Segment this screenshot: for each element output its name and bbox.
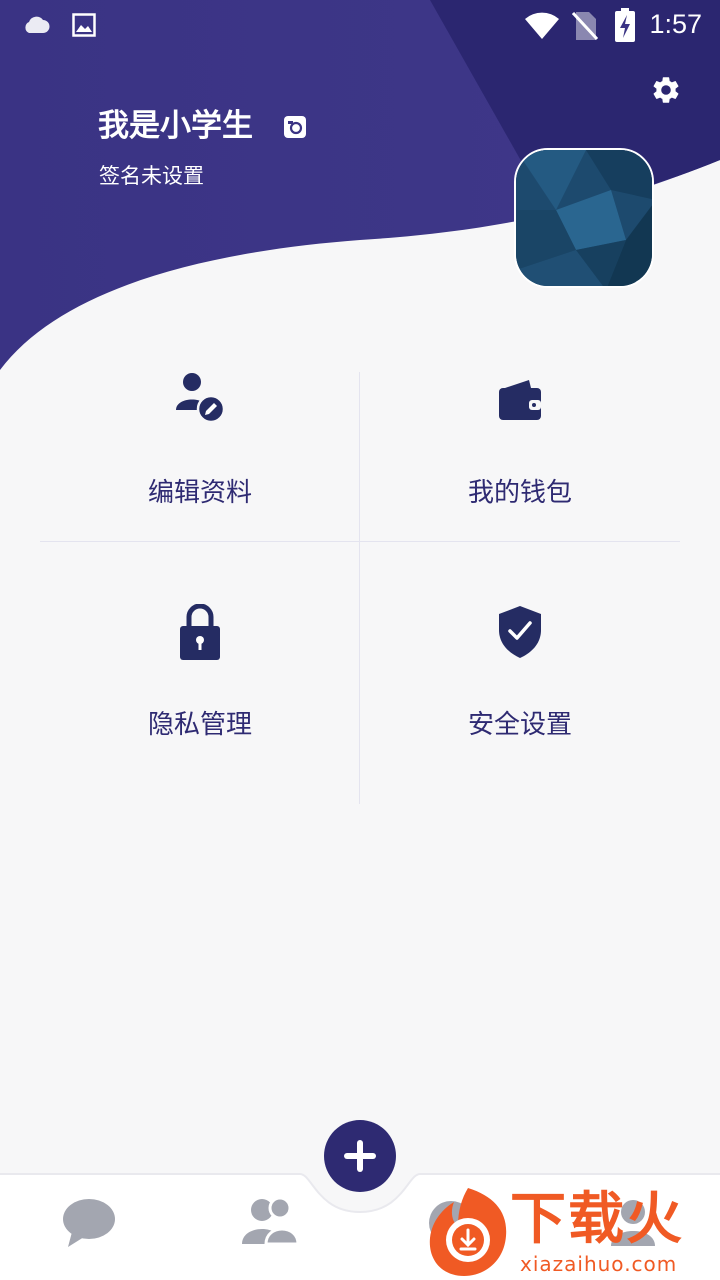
profile-signature[interactable]: 签名未设置: [99, 160, 204, 190]
avatar[interactable]: [514, 148, 654, 288]
wifi-icon: [525, 12, 559, 39]
menu-item-privacy[interactable]: 隐私管理: [40, 604, 360, 824]
menu-label-edit-profile: 编辑资料: [147, 478, 252, 508]
watermark-brand: 下载火: [510, 1187, 684, 1252]
camera-badge-icon[interactable]: [284, 116, 306, 138]
plus-icon: [344, 1140, 376, 1172]
menu-label-wallet: 我的钱包: [467, 478, 572, 508]
battery-charging-icon: [615, 8, 635, 42]
menu-item-wallet[interactable]: 我的钱包: [360, 372, 680, 592]
add-button[interactable]: [324, 1120, 396, 1192]
avatar-image: [516, 150, 652, 286]
watermark-site: xiazaihuo.com: [520, 1252, 678, 1276]
lock-icon: [180, 604, 220, 660]
menu-label-security: 安全设置: [467, 710, 572, 740]
contacts-icon[interactable]: [240, 1196, 300, 1246]
menu-item-security[interactable]: 安全设置: [360, 604, 680, 824]
chat-bubble-icon[interactable]: [62, 1198, 116, 1248]
no-sim-icon: [572, 11, 598, 41]
menu-label-privacy: 隐私管理: [147, 710, 252, 740]
gear-icon[interactable]: [650, 74, 682, 106]
cloud-icon: [25, 16, 50, 33]
menu-item-edit-profile[interactable]: 编辑资料: [40, 372, 360, 592]
shield-check-icon: [499, 606, 541, 658]
edit-profile-icon: [176, 373, 226, 422]
profile-name: 我是小学生: [98, 108, 253, 144]
status-time: 1:57: [649, 9, 702, 39]
wallet-icon: [499, 380, 541, 420]
image-icon: [72, 13, 96, 37]
status-bar: 1:57: [0, 0, 720, 52]
